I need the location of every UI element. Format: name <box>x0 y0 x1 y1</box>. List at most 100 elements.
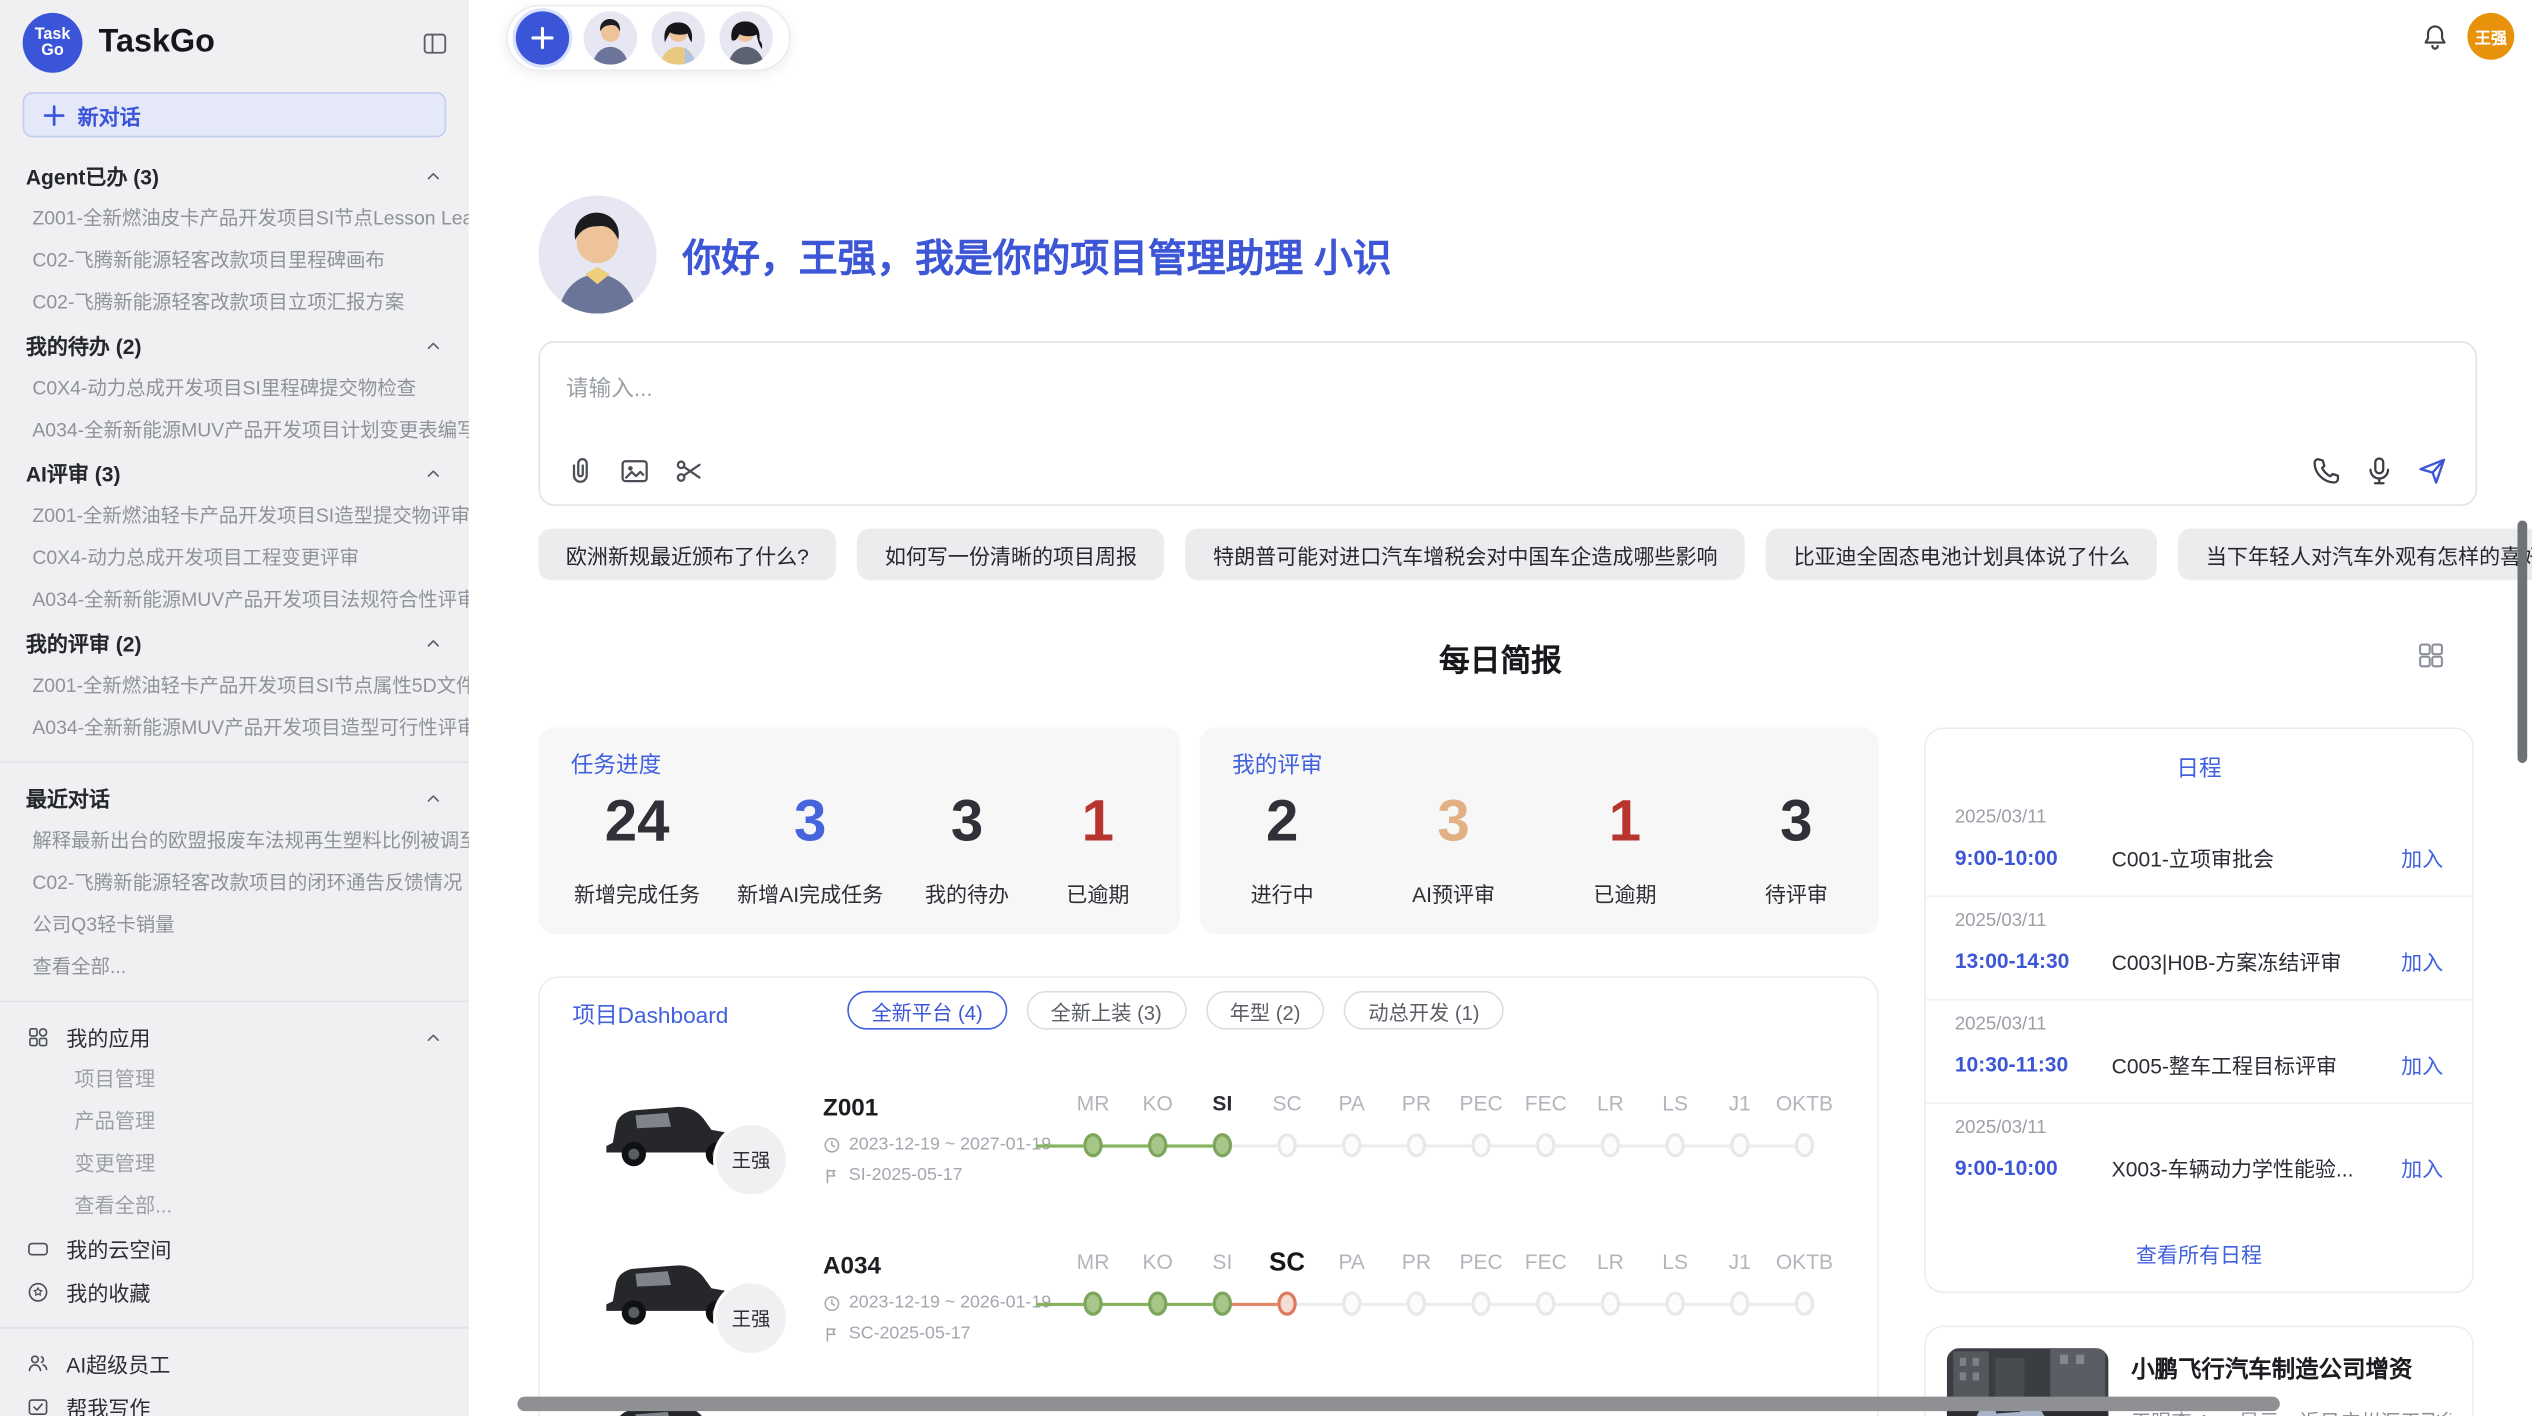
project-dates: 2023-12-19 ~ 2026-01-19 <box>823 1293 1051 1312</box>
card-title: 我的评审 <box>1232 748 1323 780</box>
new-chat-button[interactable]: 新对话 <box>23 92 447 137</box>
collapse-sidebar-icon[interactable] <box>420 28 449 57</box>
milestone-dot <box>1277 1133 1296 1157</box>
event-title: X003-车辆动力学性能验... <box>2112 1152 2401 1183</box>
user-avatar[interactable]: 王强 <box>2467 13 2514 60</box>
agent-avatar[interactable] <box>584 11 637 64</box>
project-dates: 2023-12-19 ~ 2027-01-19 <box>823 1135 1051 1154</box>
stat-value: 24 <box>574 792 700 850</box>
section-header[interactable]: 最近对话 <box>0 776 469 820</box>
layout-grid-icon[interactable] <box>2416 640 2447 671</box>
chevron-up-icon <box>424 463 443 482</box>
dashboard-tab[interactable]: 年型 (2) <box>1205 991 1324 1030</box>
vertical-scrollbar[interactable] <box>2518 520 2528 762</box>
event-time: 13:00-14:30 <box>1955 949 2112 973</box>
scissors-icon[interactable] <box>673 454 707 488</box>
my-cloud-row[interactable]: 我的云空间 <box>0 1227 469 1271</box>
stat-label: 新增AI完成任务 <box>737 878 883 909</box>
suggestion-chip[interactable]: 如何写一份清晰的项目周报 <box>857 529 1164 581</box>
milestone-label: LS <box>1662 1249 1688 1281</box>
app-item[interactable]: 产品管理 <box>0 1101 469 1143</box>
attachment-icon[interactable] <box>563 454 597 488</box>
flag-icon <box>823 1166 841 1184</box>
join-button[interactable]: 加入 <box>2401 1152 2443 1183</box>
suggestion-chips: 欧洲新规最近颁布了什么? 如何写一份清晰的项目周报特朗普可能对进口汽车增税会对中国… <box>538 529 2478 581</box>
clock-icon <box>823 1136 841 1154</box>
section-header[interactable]: AI评审 (3) <box>0 451 469 495</box>
tool-ai-employee[interactable]: AI超级员工 <box>0 1342 469 1386</box>
recent-chat-item[interactable]: C02-飞腾新能源轻客改款项目的闭环通告反馈情况 <box>0 862 469 904</box>
stat-label: 新增完成任务 <box>574 878 700 909</box>
milestone-dot <box>1148 1133 1167 1157</box>
add-agent-button[interactable] <box>516 11 569 64</box>
milestone-label: SI <box>1212 1091 1232 1123</box>
sidebar-task-item[interactable]: C0X4-动力总成开发项目SI里程碑提交物检查 <box>0 367 469 409</box>
project-row-a034[interactable]: 王强 A034 2023-12-19 ~ 2026-01-19 SC-2025-… <box>540 1240 1877 1402</box>
join-button[interactable]: 加入 <box>2401 842 2443 873</box>
divider <box>0 761 469 763</box>
app-item[interactable]: 查看全部... <box>0 1185 469 1227</box>
chat-input[interactable] <box>566 365 2021 410</box>
milestone-label: OKTB <box>1776 1091 1833 1123</box>
stat: 3 AI预评审 <box>1407 792 1501 908</box>
dashboard-tab[interactable]: 全新上装 (3) <box>1026 991 1186 1030</box>
milestone: OKTB <box>1772 1249 1837 1315</box>
agent-avatar[interactable] <box>652 11 705 64</box>
stat-label: 已逾期 <box>1051 878 1145 909</box>
agent-avatar[interactable] <box>720 11 773 64</box>
horizontal-scrollbar[interactable] <box>517 1397 2279 1412</box>
milestone-dot <box>1083 1292 1102 1316</box>
stat: 3 待评审 <box>1749 792 1843 908</box>
view-all-schedule-link[interactable]: 查看所有日程 <box>1926 1238 2473 1269</box>
suggestion-chip[interactable]: 特朗普可能对进口汽车增税会对中国车企造成哪些影响 <box>1186 529 1745 581</box>
main-area: 王强 你好，王强，我是你的项目管理助理 小识 欧洲新规最近颁布了什么?如何写一份… <box>469 0 2532 1416</box>
recent-chat-item[interactable]: 查看全部... <box>0 946 469 988</box>
project-row-z001[interactable]: 王强 Z001 2023-12-19 ~ 2027-01-19 SI-2025-… <box>540 1081 1877 1243</box>
recent-chat-item[interactable]: 解释最新出台的欧盟报废车法规再生塑料比例被调至15%... <box>0 820 469 862</box>
sidebar-task-item[interactable]: C02-飞腾新能源轻客改款项目立项汇报方案 <box>0 281 469 323</box>
section-header[interactable]: Agent已办 (3) <box>0 154 469 198</box>
phone-call-icon[interactable] <box>2309 454 2343 488</box>
chevron-up-icon <box>424 788 443 807</box>
join-button[interactable]: 加入 <box>2401 946 2443 977</box>
section-header[interactable]: 我的评审 (2) <box>0 621 469 665</box>
sidebar-task-item[interactable]: Z001-全新燃油轻卡产品开发项目SI节点属性5D文件评审 <box>0 664 469 706</box>
section-title: 我的评审 (2) <box>26 627 142 658</box>
suggestion-chip[interactable]: 比亚迪全固态电池计划具体说了什么 <box>1766 529 2157 581</box>
sidebar-task-item[interactable]: A034-全新新能源MUV产品开发项目法规符合性评审 <box>0 579 469 621</box>
microphone-icon[interactable] <box>2362 454 2396 488</box>
project-date-range: 2023-12-19 ~ 2026-01-19 <box>849 1293 1051 1312</box>
sidebar-task-item[interactable]: A034-全新新能源MUV产品开发项目计划变更表编写 <box>0 409 469 451</box>
my-favorites-row[interactable]: 我的收藏 <box>0 1270 469 1314</box>
app-item[interactable]: 变更管理 <box>0 1143 469 1185</box>
project-owner-badge: 王强 <box>713 1280 789 1356</box>
send-icon[interactable] <box>2416 454 2450 488</box>
sidebar-task-item[interactable]: C02-飞腾新能源轻客改款项目里程碑画布 <box>0 239 469 281</box>
my-apps-row[interactable]: 我的应用 <box>0 1015 469 1059</box>
favorites-icon <box>26 1280 50 1304</box>
sidebar-task-item[interactable]: C0X4-动力总成开发项目工程变更评审 <box>0 537 469 579</box>
suggestion-chip[interactable]: 当下年轻人对汽车外观有怎样的喜好趋势 <box>2178 529 2532 581</box>
project-name: Z001 <box>823 1094 878 1121</box>
dashboard-tab[interactable]: 全新平台 (4) <box>847 991 1007 1030</box>
tool-help-write[interactable]: 帮我写作 <box>0 1385 469 1416</box>
project-owner-badge: 王强 <box>713 1122 789 1198</box>
app-item[interactable]: 项目管理 <box>0 1059 469 1101</box>
join-button[interactable]: 加入 <box>2401 1049 2443 1080</box>
stat: 1 已逾期 <box>1051 792 1145 908</box>
sidebar-task-item[interactable]: Z001-全新燃油皮卡产品开发项目SI节点Lesson Learn报告 <box>0 197 469 239</box>
logo-text-top: Task <box>35 27 71 43</box>
schedule-event: 2025/03/11 13:00-14:30 C003|H0B-方案冻结评审 加… <box>1926 897 2473 1000</box>
sidebar-task-item[interactable]: A034-全新新能源MUV产品开发项目造型可行性评审 <box>0 706 469 748</box>
suggestion-chip[interactable]: 欧洲新规最近颁布了什么? <box>538 529 836 581</box>
person-avatar-1 <box>584 11 637 64</box>
recent-chat-item[interactable]: 公司Q3轻卡销量 <box>0 904 469 946</box>
notification-bell-icon[interactable] <box>2419 21 2451 53</box>
dashboard-tab[interactable]: 动总开发 (1) <box>1344 991 1504 1030</box>
sidebar-task-item[interactable]: Z001-全新燃油轻卡产品开发项目SI造型提交物评审 <box>0 495 469 537</box>
dashboard-title: 项目Dashboard <box>572 999 728 1031</box>
section-header[interactable]: 我的待办 (2) <box>0 323 469 367</box>
stat-value: 3 <box>920 792 1014 850</box>
milestone-dot <box>1471 1133 1490 1157</box>
image-icon[interactable] <box>618 454 652 488</box>
